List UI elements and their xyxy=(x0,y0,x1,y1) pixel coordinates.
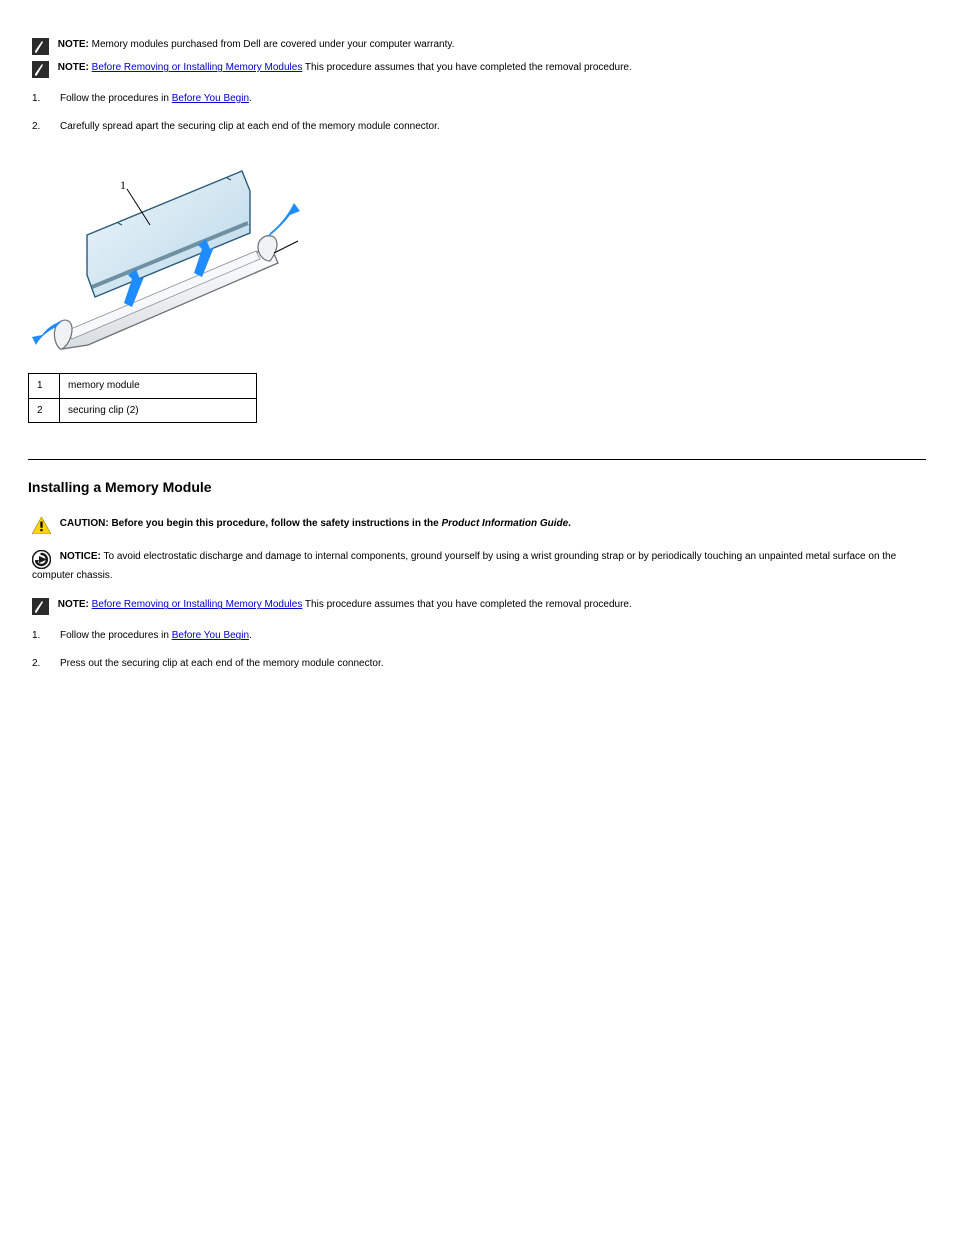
caution-text: CAUTION: Before you begin this procedure… xyxy=(60,518,571,529)
note-text: NOTE: Before Removing or Installing Memo… xyxy=(58,599,632,610)
step-2: 2.Carefully spread apart the securing cl… xyxy=(32,120,926,134)
illustration-legend: 1 memory module 2 securing clip (2) xyxy=(28,373,257,423)
note-removal-assumption-top: NOTE: Before Removing or Installing Memo… xyxy=(32,61,926,78)
notice-row: NOTICE: To avoid electrostatic discharge… xyxy=(32,550,926,583)
caution-icon xyxy=(32,517,51,534)
section-title-install: Installing a Memory Module xyxy=(28,478,926,497)
legend-num-1: 1 xyxy=(29,374,60,399)
legend-num-2: 2 xyxy=(29,398,60,423)
memory-module-illustration: 1 2 xyxy=(32,153,300,363)
note-icon xyxy=(32,598,49,615)
step-1: 1.Follow the procedures in Before You Be… xyxy=(32,629,926,643)
legend-label-2: securing clip (2) xyxy=(60,398,257,423)
table-row: 2 securing clip (2) xyxy=(29,398,257,423)
note-removal-assumption-install: NOTE: Before Removing or Installing Memo… xyxy=(32,598,926,615)
notice-text: NOTICE: To avoid electrostatic discharge… xyxy=(32,551,896,581)
note-icon xyxy=(32,38,49,55)
section-divider xyxy=(28,459,926,460)
link-before-removing-install[interactable]: Before Removing or Installing Memory Mod… xyxy=(92,599,303,610)
note-memory-warranty: NOTE: Memory modules purchased from Dell… xyxy=(32,38,926,55)
steps-installing: 1.Follow the procedures in Before You Be… xyxy=(32,629,926,670)
steps-removing: 1.Follow the procedures in Before You Be… xyxy=(32,92,926,133)
notice-icon xyxy=(32,550,51,569)
step-1: 1.Follow the procedures in Before You Be… xyxy=(32,92,926,106)
table-row: 1 memory module xyxy=(29,374,257,399)
caution-row: CAUTION: Before you begin this procedure… xyxy=(32,517,926,534)
svg-text:1: 1 xyxy=(120,178,126,192)
step-2: 2.Press out the securing clip at each en… xyxy=(32,657,926,671)
link-before-you-begin-install[interactable]: Before You Begin xyxy=(172,630,249,641)
note-text: NOTE: Memory modules purchased from Dell… xyxy=(58,39,455,50)
link-before-you-begin[interactable]: Before You Begin xyxy=(172,93,249,104)
note-text: NOTE: Before Removing or Installing Memo… xyxy=(58,62,632,73)
link-before-removing[interactable]: Before Removing or Installing Memory Mod… xyxy=(92,62,303,73)
note-icon xyxy=(32,61,49,78)
legend-label-1: memory module xyxy=(60,374,257,399)
